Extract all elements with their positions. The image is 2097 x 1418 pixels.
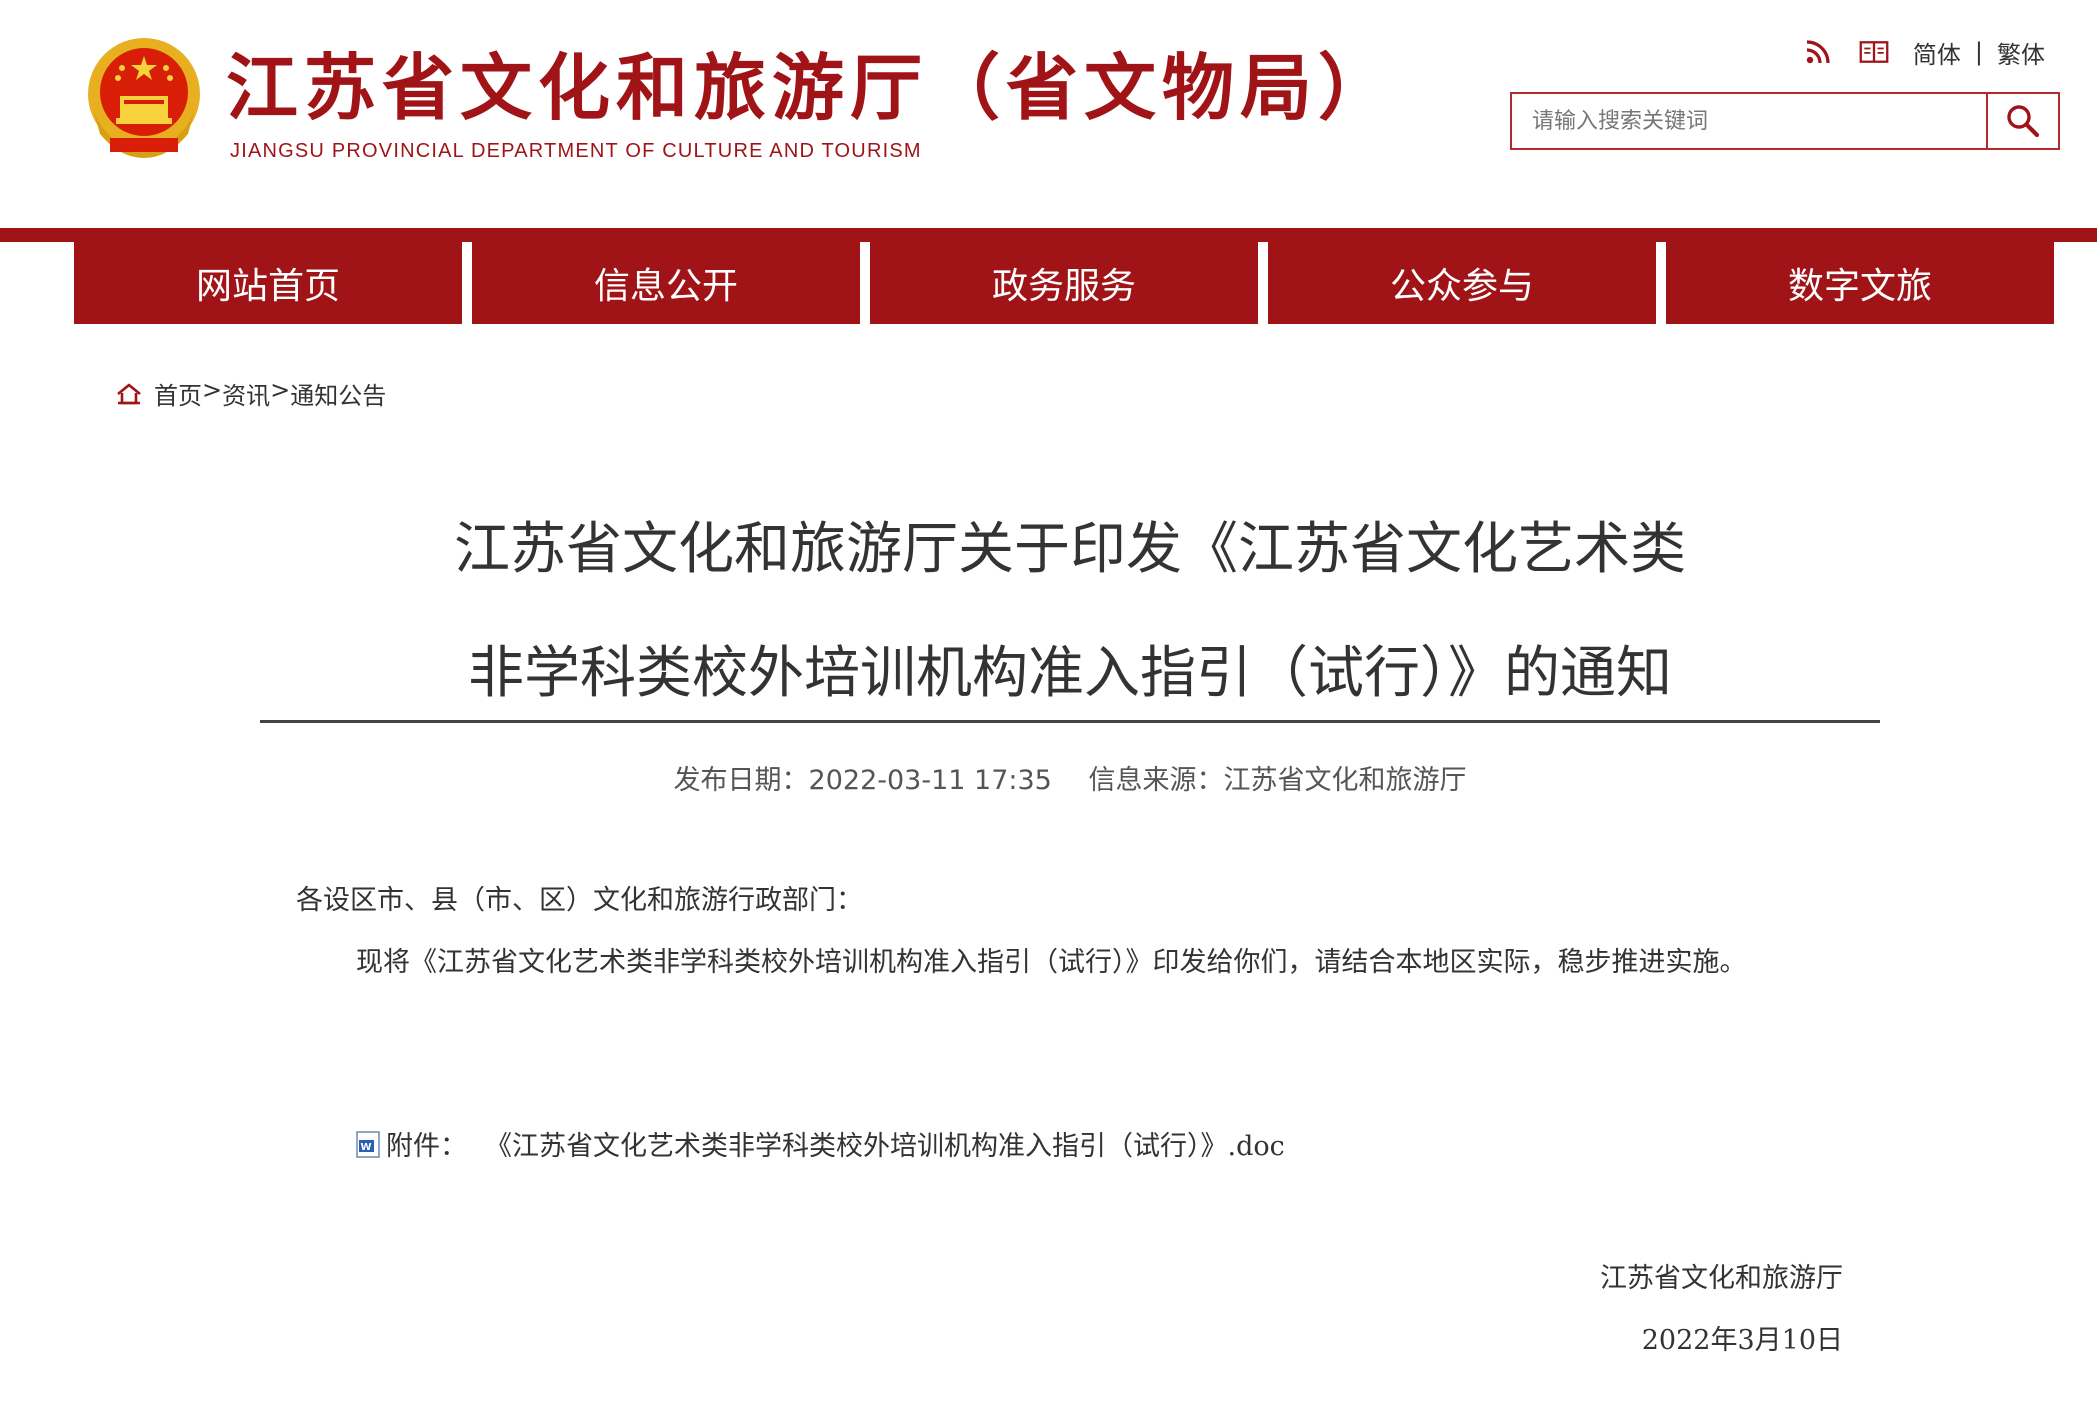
nav-item-info-disclosure[interactable]: 信息公开 <box>472 228 860 324</box>
attachment-label: 附件： <box>386 1131 467 1162</box>
nav-item-gov-services[interactable]: 政务服务 <box>870 228 1258 324</box>
home-icon <box>117 382 141 404</box>
search-box <box>1510 92 2060 150</box>
site-header: 江苏省文化和旅游厅（省文物局） JIANGSU PROVINCIAL DEPAR… <box>0 0 2097 228</box>
national-emblem-icon <box>88 38 200 158</box>
search-icon <box>2007 105 2040 138</box>
article-meta: 发布日期：2022-03-11 17:35 信息来源：江苏省文化和旅游厅 <box>260 758 1880 797</box>
search-input[interactable] <box>1512 94 1986 148</box>
publish-date: 发布日期：2022-03-11 17:35 <box>673 765 1052 796</box>
breadcrumb-separator: > <box>202 376 223 404</box>
body-paragraph: 现将《江苏省文化艺术类非学科类校外培训机构准入指引（试行）》印发给你们，请结合本… <box>356 947 1747 978</box>
site-title: 江苏省文化和旅游厅（省文物局） <box>226 45 1397 130</box>
breadcrumb-news[interactable]: 资讯 <box>222 376 270 411</box>
nav-item-home[interactable]: 网站首页 <box>74 228 462 324</box>
signature-block: 江苏省文化和旅游厅 2022年3月10日 <box>1600 1248 1843 1372</box>
salutation: 各设区市、县（市、区）文化和旅游行政部门： <box>296 885 863 916</box>
traditional-chinese-link[interactable]: 繁体 <box>1997 35 2045 70</box>
utility-bar: 简体 | 繁体 <box>1803 34 2045 70</box>
rss-icon[interactable] <box>1803 37 1833 67</box>
article-title-line: 非学科类校外培训机构准入指引（试行）》的通知 <box>468 641 1672 706</box>
util-separator: | <box>1974 38 1983 66</box>
article-title-line: 江苏省文化和旅游厅关于印发《江苏省文化艺术类 <box>454 517 1686 582</box>
article-body: 各设区市、县（市、区）文化和旅游行政部门： 现将《江苏省文化艺术类非学科类校外培… <box>296 870 1844 994</box>
breadcrumb-current[interactable]: 通知公告 <box>290 376 386 411</box>
svg-text:W: W <box>361 1142 372 1153</box>
simplified-chinese-link[interactable]: 简体 <box>1913 35 1961 70</box>
book-icon[interactable] <box>1859 37 1889 67</box>
site-subtitle: JIANGSU PROVINCIAL DEPARTMENT OF CULTURE… <box>230 140 922 162</box>
attachment: W 附件： 《江苏省文化艺术类非学科类校外培训机构准入指引（试行）》.doc <box>354 1124 1285 1163</box>
article-title: 江苏省文化和旅游厅关于印发《江苏省文化艺术类 非学科类校外培训机构准入指引（试行… <box>260 488 1880 736</box>
nav-item-digital-tourism[interactable]: 数字文旅 <box>1666 228 2054 324</box>
main-nav: 网站首页 信息公开 政务服务 公众参与 数字文旅 <box>74 228 2054 324</box>
attachment-link[interactable]: 《江苏省文化艺术类非学科类校外培训机构准入指引（试行）》.doc <box>485 1124 1285 1163</box>
sign-date: 2022年3月10日 <box>1641 1325 1843 1356</box>
search-button[interactable] <box>1986 94 2058 148</box>
breadcrumb: 首页 > 资讯 > 通知公告 <box>116 376 386 411</box>
word-doc-icon: W <box>356 1130 380 1158</box>
breadcrumb-separator: > <box>270 376 291 404</box>
nav-item-public-participation[interactable]: 公众参与 <box>1268 228 1656 324</box>
title-divider <box>260 720 1880 723</box>
breadcrumb-home[interactable]: 首页 <box>154 376 202 411</box>
signer: 江苏省文化和旅游厅 <box>1600 1263 1843 1294</box>
info-source: 信息来源：江苏省文化和旅游厅 <box>1088 765 1467 796</box>
